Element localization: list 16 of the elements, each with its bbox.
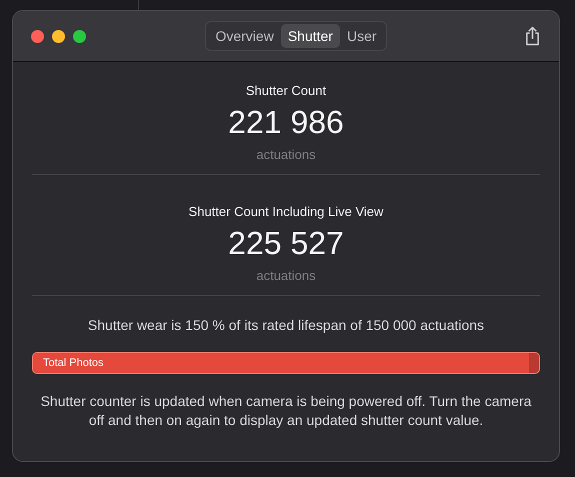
count-value: 225 527 xyxy=(228,225,344,262)
count-title: Shutter Count xyxy=(246,83,326,98)
count-value: 221 986 xyxy=(228,104,344,141)
minimize-button[interactable] xyxy=(52,30,65,42)
zoom-button[interactable] xyxy=(73,30,86,42)
count-title: Shutter Count Including Live View xyxy=(188,204,384,219)
tab[interactable]: User xyxy=(340,24,384,48)
count-unit: actuations xyxy=(256,147,316,162)
share-icon[interactable] xyxy=(524,25,541,47)
tab[interactable]: Overview xyxy=(208,24,281,48)
info-text: Shutter counter is updated when camera is being powered off. Turn the camera off and then on again to display an updated shutter count value. xyxy=(40,392,532,430)
count-unit: actuations xyxy=(256,268,316,283)
tab[interactable]: Shutter xyxy=(280,24,340,48)
bar-label: Total Photos xyxy=(43,357,104,369)
close-button[interactable] xyxy=(31,30,44,42)
wear-text: Shutter wear is 150 % of its rated lifespan of 150 000 actuations xyxy=(88,317,484,333)
